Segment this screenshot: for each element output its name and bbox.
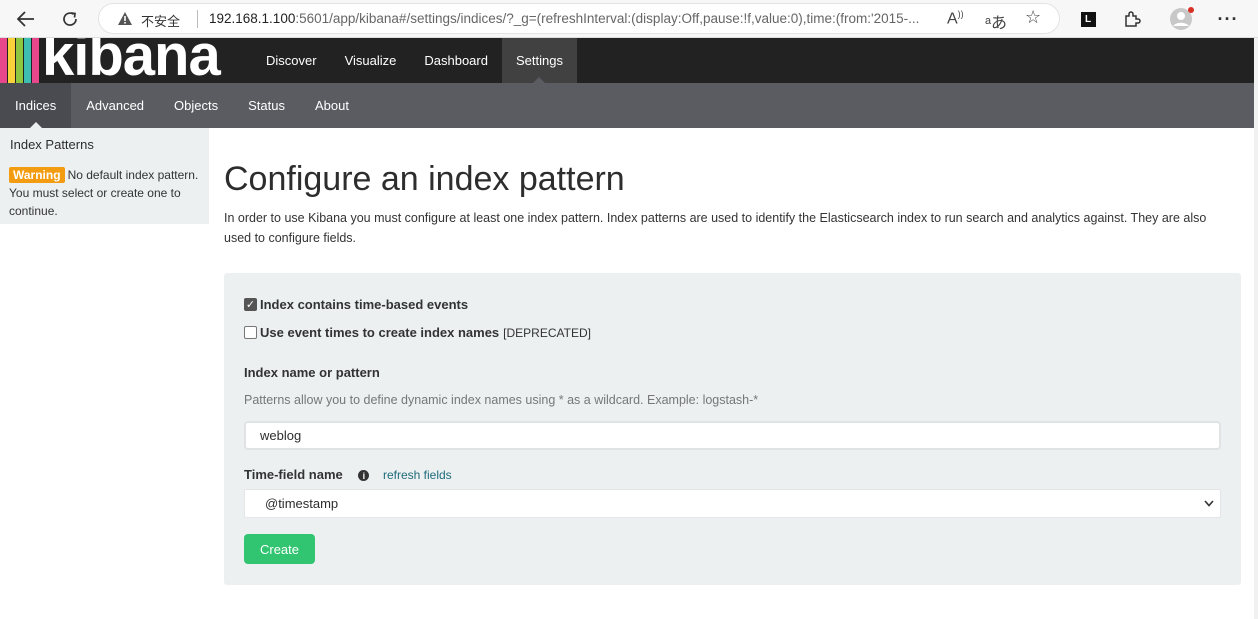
top-nav: Discover Visualize Dashboard Settings xyxy=(252,38,577,83)
kibana-logo[interactable]: kibana xyxy=(0,38,252,83)
favorite-icon[interactable]: ☆ xyxy=(1025,7,1041,28)
event-times-checkbox[interactable] xyxy=(244,326,257,339)
insecure-label: 不安全 xyxy=(141,14,181,29)
logo-stripe xyxy=(24,38,31,83)
logo-stripe xyxy=(16,38,23,83)
time-field-select[interactable]: @timestamp xyxy=(244,489,1221,518)
index-name-label: Index name or pattern xyxy=(244,365,380,380)
profile-icon[interactable] xyxy=(1170,7,1194,31)
index-pattern-form: ✓ Index contains time-based events Use e… xyxy=(224,273,1241,585)
url-text[interactable]: 192.168.1.100:5601/app/kibana#/settings/… xyxy=(209,11,939,26)
info-icon[interactable]: i xyxy=(358,470,370,482)
no-default-index-message: Warning No default index pattern. You mus… xyxy=(9,166,201,220)
back-icon[interactable] xyxy=(14,7,38,31)
address-bar[interactable]: 不安全 192.168.1.100:5601/app/kibana#/setti… xyxy=(98,3,1060,34)
page-title: Configure an index pattern xyxy=(224,160,625,198)
create-button[interactable]: Create xyxy=(244,534,315,564)
event-times-option[interactable]: Use event times to create index names [D… xyxy=(244,325,591,340)
event-times-label: Use event times to create index names xyxy=(260,325,500,340)
time-field-selected-value: @timestamp xyxy=(265,496,339,511)
time-based-checkbox[interactable]: ✓ xyxy=(244,298,257,311)
page-description: In order to use Kibana you must configur… xyxy=(224,211,1207,245)
deprecated-tag: [DEPRECATED] xyxy=(503,325,591,340)
warning-triangle-icon xyxy=(118,12,132,25)
tab-objects[interactable]: Objects xyxy=(159,83,233,128)
url-path: :5601/app/kibana#/settings/indices/?_g=(… xyxy=(295,11,920,26)
tab-advanced[interactable]: Advanced xyxy=(71,83,159,128)
kibana-header: kibana Discover Visualize Dashboard Sett… xyxy=(0,38,1258,83)
page-scrollbar[interactable] xyxy=(1254,38,1258,619)
logo-stripe xyxy=(0,38,7,83)
index-name-help: Patterns allow you to define dynamic ind… xyxy=(244,393,759,407)
browser-toolbar: 不安全 192.168.1.100:5601/app/kibana#/setti… xyxy=(0,0,1258,38)
url-separator xyxy=(197,10,198,28)
warning-badge: Warning xyxy=(9,167,65,183)
logo-stripe xyxy=(8,38,15,83)
logo-stripe xyxy=(32,38,39,83)
nav-dashboard[interactable]: Dashboard xyxy=(410,38,502,83)
reload-icon[interactable] xyxy=(58,7,82,31)
tab-status[interactable]: Status xyxy=(233,83,300,128)
more-icon[interactable]: ··· xyxy=(1216,7,1240,31)
time-field-row: Time-field name i refresh fields xyxy=(244,467,452,482)
translate-icon[interactable]: ᵃ͏あ xyxy=(985,9,1007,33)
time-based-option[interactable]: ✓ Index contains time-based events xyxy=(244,297,468,312)
nav-visualize[interactable]: Visualize xyxy=(331,38,411,83)
url-host: 192.168.1.100 xyxy=(209,11,296,26)
chevron-down-icon xyxy=(1204,498,1214,510)
index-patterns-sidebar: Index Patterns Warning No default index p… xyxy=(0,128,209,224)
time-based-label: Index contains time-based events xyxy=(260,297,469,312)
extension-l-icon[interactable]: L xyxy=(1076,7,1100,31)
tab-about[interactable]: About xyxy=(300,83,364,128)
settings-subnav: Indices Advanced Objects Status About xyxy=(0,83,1258,128)
logo-text: kibana xyxy=(42,38,221,83)
time-field-label: Time-field name xyxy=(244,467,343,482)
tab-indices[interactable]: Indices xyxy=(0,83,72,128)
read-aloud-icon[interactable]: A)) xyxy=(947,9,964,28)
extensions-icon[interactable] xyxy=(1120,7,1144,31)
index-name-input[interactable]: weblog xyxy=(244,421,1221,450)
sidebar-title: Index Patterns xyxy=(10,137,94,152)
nav-settings[interactable]: Settings xyxy=(501,38,577,83)
refresh-fields-link[interactable]: refresh fields xyxy=(383,468,452,482)
nav-discover[interactable]: Discover xyxy=(252,38,331,83)
